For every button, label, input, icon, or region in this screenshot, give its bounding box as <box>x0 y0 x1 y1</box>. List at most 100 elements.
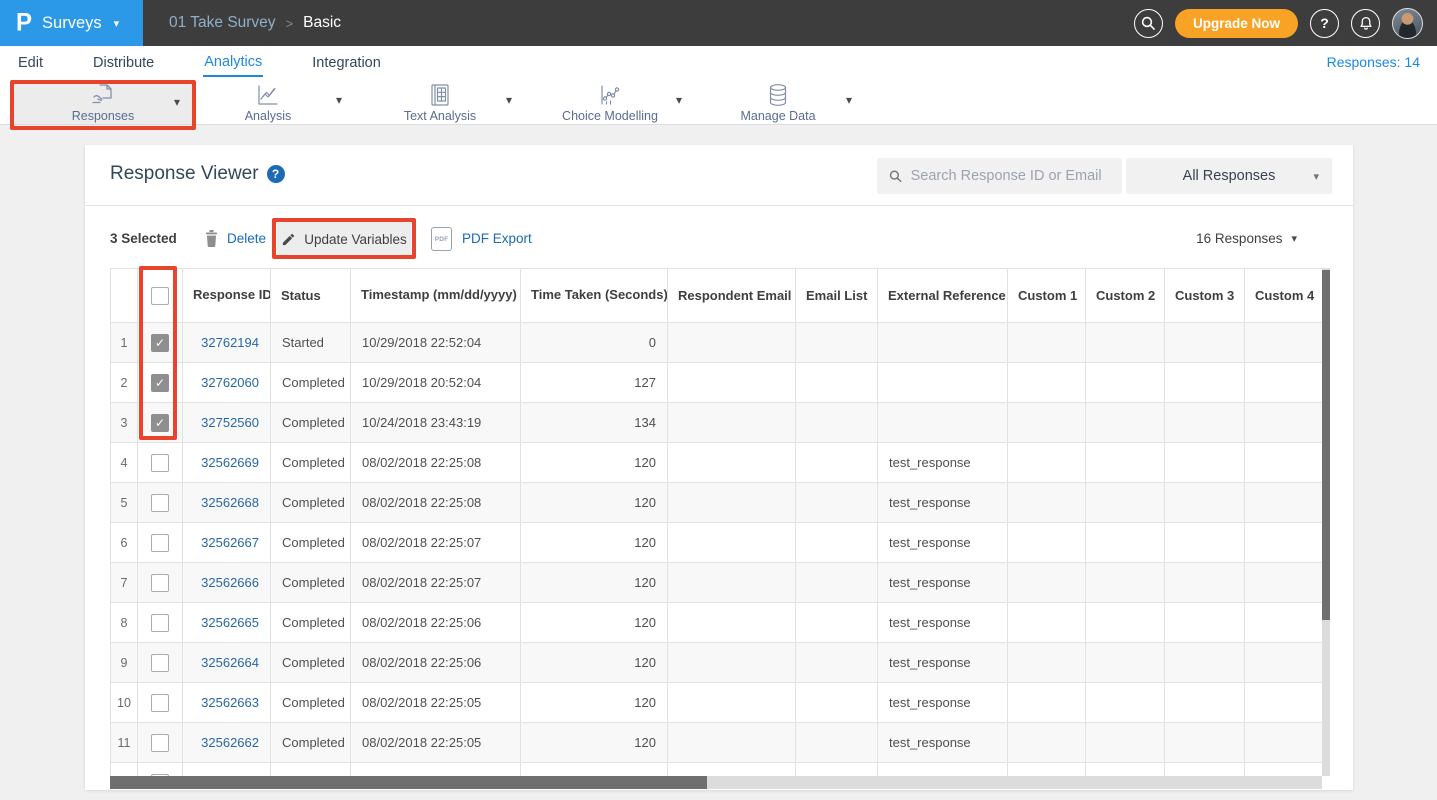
cell-custom3 <box>1165 483 1245 523</box>
cell-custom4 <box>1245 763 1323 777</box>
cell-status: Completed <box>271 763 351 777</box>
delete-button[interactable]: Delete <box>227 219 266 259</box>
table-row: 632562667Completed08/02/2018 22:25:07120… <box>111 523 1323 563</box>
cell-custom1 <box>1008 723 1086 763</box>
row-checkbox[interactable] <box>151 614 169 632</box>
tab-integration[interactable]: Integration <box>311 49 382 76</box>
breadcrumb: 01 Take Survey > Basic <box>169 14 341 32</box>
response-id-link[interactable]: 32762194 <box>201 335 259 350</box>
cell-timestamp: 08/02/2018 22:25:06 <box>351 643 521 683</box>
response-id-link[interactable]: 32762060 <box>201 375 259 390</box>
toolbar-choice-modelling-button[interactable]: Choice Modelling <box>552 80 668 124</box>
search-icon[interactable] <box>1134 9 1163 38</box>
tab-distribute[interactable]: Distribute <box>92 49 155 76</box>
row-checkbox[interactable] <box>151 734 169 752</box>
toolbar-analysis-button[interactable]: Analysis <box>213 80 323 124</box>
cell-status: Completed <box>271 563 351 603</box>
cell-custom4 <box>1245 563 1323 603</box>
text-analysis-dropdown-caret-icon[interactable]: ▾ <box>506 93 512 107</box>
title-help-icon[interactable]: ? <box>267 165 285 183</box>
header-cell-email_list: Email List <box>796 269 878 323</box>
toolbar-manage-data-button[interactable]: Manage Data <box>723 80 833 124</box>
header-cell-custom1: Custom 1 <box>1008 269 1086 323</box>
cell-custom4 <box>1245 683 1323 723</box>
response-id-link[interactable]: 32562662 <box>201 735 259 750</box>
cell-timestamp: 08/02/2018 22:25:07 <box>351 523 521 563</box>
search-icon <box>889 169 902 183</box>
cell-response_id: 32562667 <box>183 523 271 563</box>
upgrade-now-button[interactable]: Upgrade Now <box>1175 9 1298 38</box>
pdf-export-button[interactable]: PDF Export <box>462 219 532 259</box>
manage-data-dropdown-caret-icon[interactable]: ▾ <box>846 93 852 107</box>
cell-external_reference <box>878 403 1008 443</box>
surveys-menu[interactable]: P Surveys ▾ <box>0 0 143 46</box>
cell-response_id: 32562663 <box>183 683 271 723</box>
trash-icon[interactable] <box>203 229 220 253</box>
response-id-link[interactable]: 32562666 <box>201 575 259 590</box>
cell-email_list <box>796 563 878 603</box>
analysis-dropdown-caret-icon[interactable]: ▾ <box>336 93 342 107</box>
cell-custom1 <box>1008 763 1086 777</box>
breadcrumb-survey-name[interactable]: 01 Take Survey <box>169 14 276 32</box>
toolbar-text-analysis-button[interactable]: Text Analysis <box>385 80 495 124</box>
row-checkbox[interactable] <box>151 694 169 712</box>
horizontal-scrollbar <box>110 776 1322 789</box>
response-id-link[interactable]: 32752560 <box>201 415 259 430</box>
cell-num: 12 <box>111 763 138 777</box>
tab-analytics[interactable]: Analytics <box>203 48 263 77</box>
cell-respondent_email <box>668 323 796 363</box>
horizontal-scrollbar-thumb[interactable] <box>110 776 707 789</box>
search-input[interactable] <box>911 168 1110 184</box>
response-id-link[interactable]: 32562664 <box>201 655 259 670</box>
cell-time_taken: 120 <box>521 723 668 763</box>
cell-custom2 <box>1086 443 1165 483</box>
row-checkbox[interactable] <box>151 574 169 592</box>
response-id-link[interactable]: 32562668 <box>201 495 259 510</box>
table-row: 1132562662Completed08/02/2018 22:25:0512… <box>111 723 1323 763</box>
help-icon[interactable]: ? <box>1310 9 1339 38</box>
user-avatar[interactable] <box>1392 8 1423 39</box>
header-cell-respondent_email: Respondent Email <box>668 269 796 323</box>
cell-custom2 <box>1086 323 1165 363</box>
table-head: Response IDStatusTimestamp (mm/dd/yyyy)T… <box>111 269 1323 323</box>
cell-custom3 <box>1165 563 1245 603</box>
notifications-bell-icon[interactable] <box>1351 9 1380 38</box>
row-checkbox[interactable] <box>151 654 169 672</box>
table-row: 832562665Completed08/02/2018 22:25:06120… <box>111 603 1323 643</box>
cell-check <box>138 723 183 763</box>
topbar-actions: Upgrade Now ? <box>1134 8 1437 39</box>
cell-timestamp: 10/24/2018 23:43:19 <box>351 403 521 443</box>
header-cell-timestamp[interactable]: Timestamp (mm/dd/yyyy) <box>351 269 521 323</box>
page-title-text: Response Viewer <box>110 163 259 185</box>
row-checkbox[interactable] <box>151 454 169 472</box>
response-id-link[interactable]: 32562663 <box>201 695 259 710</box>
cell-time_taken: 120 <box>521 603 668 643</box>
choice-modelling-dropdown-caret-icon[interactable]: ▾ <box>676 93 682 107</box>
cell-custom4 <box>1245 323 1323 363</box>
row-checkbox[interactable] <box>151 494 169 512</box>
response-id-link[interactable]: 32562669 <box>201 455 259 470</box>
row-checkbox[interactable] <box>151 534 169 552</box>
response-filter-dropdown[interactable]: All Responses ▾ <box>1126 158 1332 194</box>
cell-external_reference: test_response <box>878 603 1008 643</box>
cell-check <box>138 483 183 523</box>
cell-timestamp: 08/02/2018 22:25:04 <box>351 763 521 777</box>
cell-custom2 <box>1086 403 1165 443</box>
cell-respondent_email <box>668 763 796 777</box>
cell-time_taken: 120 <box>521 683 668 723</box>
response-id-link[interactable]: 32562665 <box>201 615 259 630</box>
cell-num: 7 <box>111 563 138 603</box>
header-label: Custom 2 <box>1096 288 1155 303</box>
vertical-scrollbar-thumb[interactable] <box>1322 270 1330 620</box>
cell-custom3 <box>1165 683 1245 723</box>
cell-custom4 <box>1245 643 1323 683</box>
response-id-link[interactable]: 32562667 <box>201 535 259 550</box>
cell-email_list <box>796 483 878 523</box>
page-title: Response Viewer ? <box>110 163 285 185</box>
cell-status: Completed <box>271 643 351 683</box>
responses-page-size-dropdown[interactable]: 16 Responses ▾ <box>1196 219 1297 259</box>
header-cell-time_taken[interactable]: Time Taken (Seconds) <box>521 269 668 323</box>
header-cell-response_id[interactable]: Response ID <box>183 269 271 323</box>
cell-custom3 <box>1165 363 1245 403</box>
tab-edit[interactable]: Edit <box>17 49 44 76</box>
